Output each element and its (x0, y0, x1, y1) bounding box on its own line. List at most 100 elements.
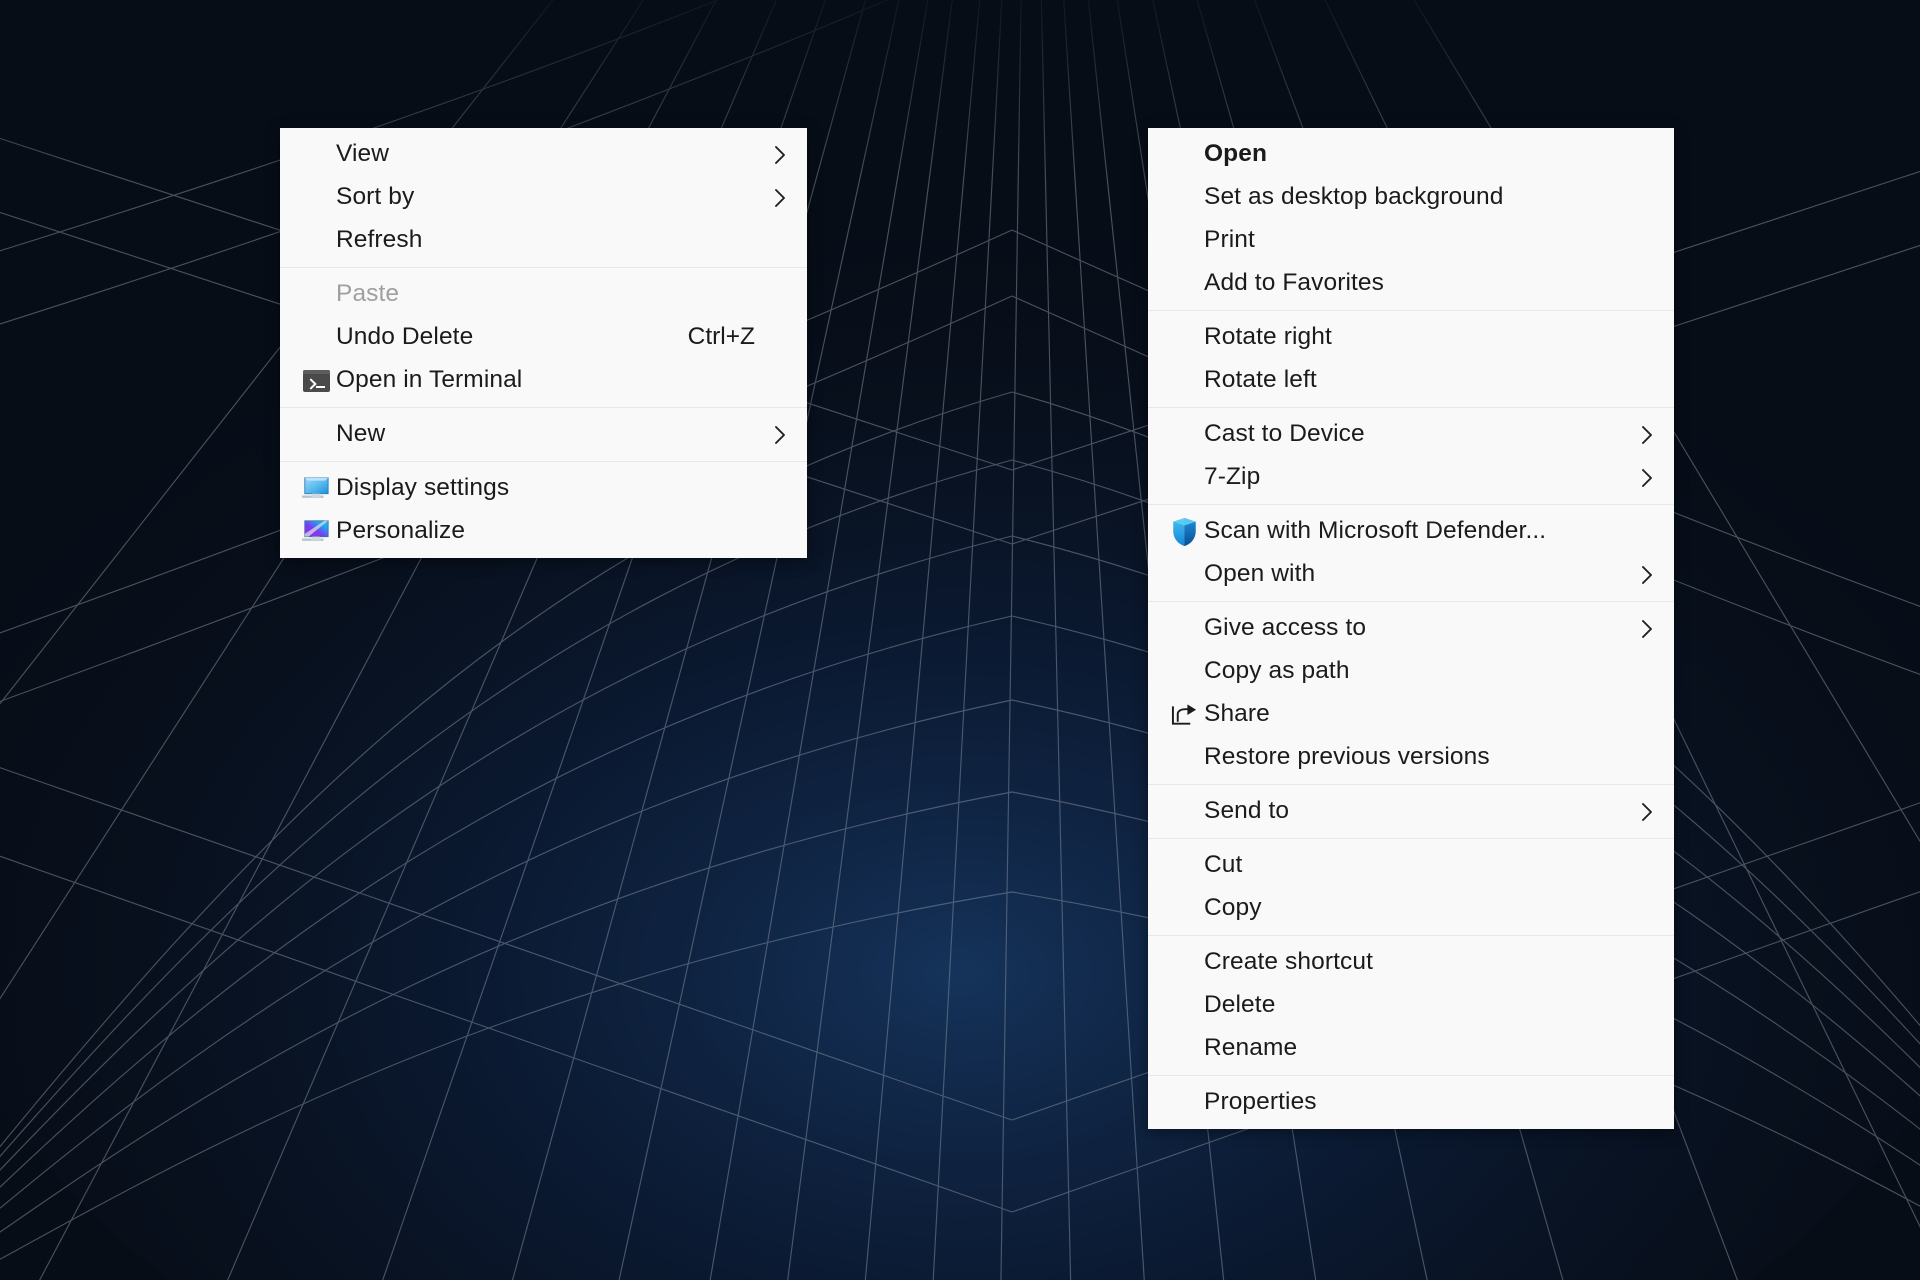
menu-item-icon-slot (1164, 895, 1204, 923)
menu-item-label: Paste (336, 280, 400, 308)
menu-item-scan-with-microsoft-defender[interactable]: Scan with Microsoft Defender... (1148, 510, 1674, 553)
menu-item-label: Send to (1204, 797, 1290, 825)
file-context-menu[interactable]: Open Set as desktop background Print Add to… (1148, 128, 1674, 1129)
menu-item-label: View (336, 140, 390, 168)
menu-item-cast-to-device[interactable]: Cast to Device (1148, 413, 1674, 456)
menu-item-icon-slot (1164, 270, 1204, 298)
menu-group: Cast to Device 7-Zip (1148, 407, 1674, 504)
menu-item-label: Display settings (336, 474, 510, 502)
menu-item-undo-delete[interactable]: Undo Delete Ctrl+Z (280, 316, 807, 359)
chevron-right-icon (767, 145, 793, 165)
menu-group: Properties (1148, 1075, 1674, 1129)
desktop-context-menu[interactable]: View Sort by Refresh Paste Undo Delete Ctrl+Z… (280, 128, 807, 558)
menu-item-add-to-favorites[interactable]: Add to Favorites (1148, 262, 1674, 305)
menu-item-give-access-to[interactable]: Give access to (1148, 607, 1674, 650)
menu-item-label: Scan with Microsoft Defender... (1204, 517, 1547, 545)
menu-item-icon-slot (1164, 141, 1204, 169)
menu-item-icon-slot (1164, 421, 1204, 449)
menu-group: View Sort by Refresh (280, 128, 807, 267)
menu-item-paste: Paste (280, 273, 807, 316)
menu-group: New (280, 407, 807, 461)
terminal-icon-slot (296, 367, 336, 395)
menu-item-copy[interactable]: Copy (1148, 887, 1674, 930)
menu-item-set-as-desktop-background[interactable]: Set as desktop background (1148, 176, 1674, 219)
menu-item-label: New (336, 420, 386, 448)
menu-group: Open Set as desktop background Print Add to… (1148, 128, 1674, 310)
menu-group: Rotate right Rotate left (1148, 310, 1674, 407)
menu-item-open-with[interactable]: Open with (1148, 553, 1674, 596)
menu-group: Send to (1148, 784, 1674, 838)
menu-item-label: Cut (1204, 851, 1243, 879)
menu-item-rename[interactable]: Rename (1148, 1027, 1674, 1070)
menu-item-shortcut: Ctrl+Z (687, 323, 755, 351)
defender-shield-icon (1172, 517, 1196, 546)
menu-item-label: Copy (1204, 894, 1262, 922)
menu-item-restore-previous-versions[interactable]: Restore previous versions (1148, 736, 1674, 779)
menu-item-label: Rename (1204, 1034, 1298, 1062)
menu-item-refresh[interactable]: Refresh (280, 219, 807, 262)
menu-item-icon-slot (1164, 615, 1204, 643)
menu-item-personalize[interactable]: Personalize (280, 510, 807, 553)
chevron-right-icon (1634, 802, 1660, 822)
menu-item-icon-slot (296, 141, 336, 169)
menu-item-icon-slot (1164, 658, 1204, 686)
menu-item-label: Share (1204, 700, 1270, 728)
personalize-icon-slot (296, 518, 336, 546)
menu-item-open-in-terminal[interactable]: Open in Terminal (280, 359, 807, 402)
menu-item-icon-slot (296, 184, 336, 212)
menu-item-label: Print (1204, 226, 1255, 254)
menu-item-label: Open (1204, 140, 1268, 168)
menu-item-cut[interactable]: Cut (1148, 844, 1674, 887)
menu-item-print[interactable]: Print (1148, 219, 1674, 262)
share-icon-slot (1164, 701, 1204, 729)
chevron-right-icon (1634, 468, 1660, 488)
menu-item-icon-slot (1164, 367, 1204, 395)
menu-item-icon-slot (1164, 949, 1204, 977)
menu-item-icon-slot (1164, 324, 1204, 352)
menu-item-new[interactable]: New (280, 413, 807, 456)
menu-item-rotate-left[interactable]: Rotate left (1148, 359, 1674, 402)
menu-item-label: Personalize (336, 517, 466, 545)
menu-item-label: Rotate left (1204, 366, 1317, 394)
desktop[interactable]: View Sort by Refresh Paste Undo Delete Ctrl+Z… (0, 0, 1920, 1280)
menu-item-icon-slot (1164, 744, 1204, 772)
menu-item-7-zip[interactable]: 7-Zip (1148, 456, 1674, 499)
menu-item-send-to[interactable]: Send to (1148, 790, 1674, 833)
menu-item-icon-slot (296, 421, 336, 449)
display-settings-icon-slot (296, 475, 336, 503)
menu-item-icon-slot (1164, 798, 1204, 826)
menu-item-rotate-right[interactable]: Rotate right (1148, 316, 1674, 359)
chevron-right-icon (767, 188, 793, 208)
menu-item-label: Cast to Device (1204, 420, 1365, 448)
menu-item-icon-slot (1164, 1035, 1204, 1063)
menu-item-view[interactable]: View (280, 133, 807, 176)
chevron-right-icon (1634, 619, 1660, 639)
menu-item-display-settings[interactable]: Display settings (280, 467, 807, 510)
menu-item-delete[interactable]: Delete (1148, 984, 1674, 1027)
defender-shield-icon-slot (1164, 517, 1204, 546)
menu-group: Scan with Microsoft Defender... Open with (1148, 504, 1674, 601)
chevron-right-icon (767, 425, 793, 445)
menu-item-label: Add to Favorites (1204, 269, 1384, 297)
menu-item-create-shortcut[interactable]: Create shortcut (1148, 941, 1674, 984)
menu-item-label: Rotate right (1204, 323, 1332, 351)
menu-group: Give access to Copy as path Share Restore p… (1148, 601, 1674, 784)
menu-item-icon-slot (1164, 992, 1204, 1020)
menu-group: Paste Undo Delete Ctrl+Z Open in Terminal (280, 267, 807, 407)
display-settings-icon (302, 476, 329, 498)
menu-item-icon-slot (1164, 1089, 1204, 1117)
menu-group: Display settings Personalize (280, 461, 807, 558)
share-icon (1171, 703, 1196, 725)
menu-item-label: Copy as path (1204, 657, 1350, 685)
menu-item-open[interactable]: Open (1148, 133, 1674, 176)
menu-item-copy-as-path[interactable]: Copy as path (1148, 650, 1674, 693)
chevron-right-icon (1634, 565, 1660, 585)
menu-item-share[interactable]: Share (1148, 693, 1674, 736)
menu-item-label: Create shortcut (1204, 948, 1373, 976)
menu-item-sort-by[interactable]: Sort by (280, 176, 807, 219)
menu-group: Cut Copy (1148, 838, 1674, 935)
menu-item-label: Refresh (336, 226, 423, 254)
menu-item-icon-slot (1164, 464, 1204, 492)
menu-item-properties[interactable]: Properties (1148, 1081, 1674, 1124)
menu-item-label: Undo Delete (336, 323, 474, 351)
